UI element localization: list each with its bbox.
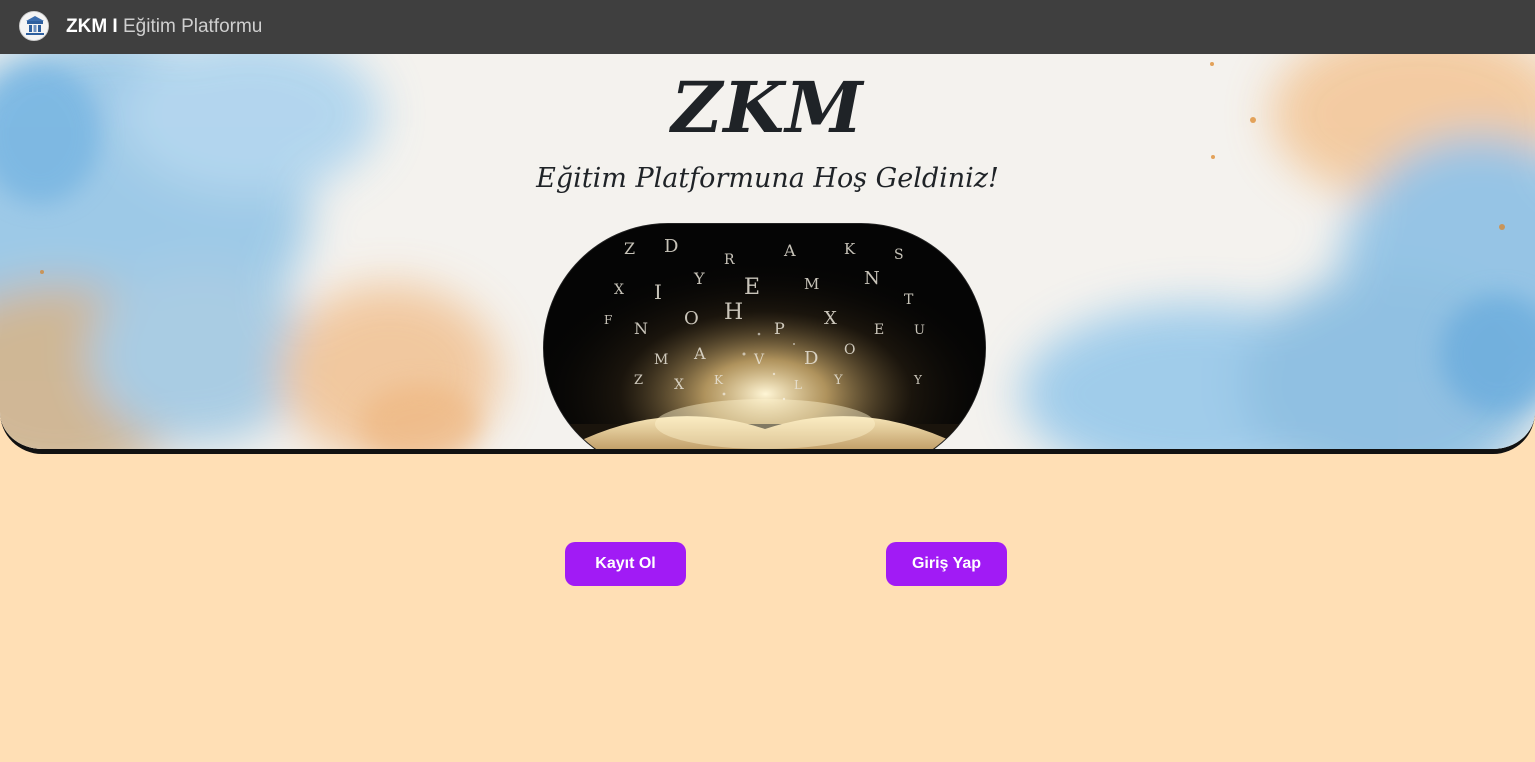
svg-text:D: D [804,348,818,369]
svg-text:H: H [724,300,743,325]
open-book-magic-letters-image: Z D R A K S X I Y E M N T N O H P X E U [543,223,986,449]
register-button[interactable]: Kayıt Ol [565,542,686,586]
school-logo-icon[interactable] [19,11,49,41]
svg-text:A: A [783,241,796,260]
svg-text:R: R [724,252,735,268]
svg-text:P: P [774,319,785,338]
brand-link[interactable]: ZKM I Eğitim Platformu [66,15,262,39]
svg-text:A: A [693,344,706,363]
svg-text:M: M [804,275,819,293]
svg-text:O: O [684,308,699,329]
svg-text:Z: Z [634,373,643,388]
login-button[interactable]: Giriş Yap [886,542,1007,586]
svg-text:Z: Z [624,239,635,258]
hero-banner: ZKM Eğitim Platformuna Hoş Geldiniz! Z D… [0,54,1535,454]
svg-text:X: X [824,308,837,329]
hero-subtitle: Eğitim Platformuna Hoş Geldiniz! [536,163,999,194]
svg-text:T: T [904,292,914,308]
svg-text:D: D [664,236,678,257]
hero-title: ZKM [671,66,864,149]
svg-text:Y: Y [913,373,923,387]
svg-text:U: U [914,323,925,338]
svg-text:I: I [654,280,662,304]
svg-text:N: N [634,319,648,338]
svg-text:Y: Y [833,373,843,388]
svg-text:N: N [864,268,880,289]
svg-text:E: E [874,322,884,338]
svg-text:S: S [894,247,904,263]
svg-text:O: O [844,342,855,358]
brand-name: ZKM I [66,16,118,37]
svg-text:X: X [614,282,624,298]
svg-text:V: V [753,352,765,368]
svg-text:L: L [794,378,802,392]
svg-text:X: X [674,377,684,393]
svg-text:K: K [844,240,856,258]
brand-tagline: Eğitim Platformu [117,16,263,37]
svg-text:Y: Y [693,269,705,288]
svg-text:F: F [604,313,612,327]
svg-text:E: E [744,275,760,300]
svg-text:K: K [714,373,724,387]
svg-text:M: M [654,352,668,368]
top-navbar: ZKM I Eğitim Platformu [0,0,1535,54]
